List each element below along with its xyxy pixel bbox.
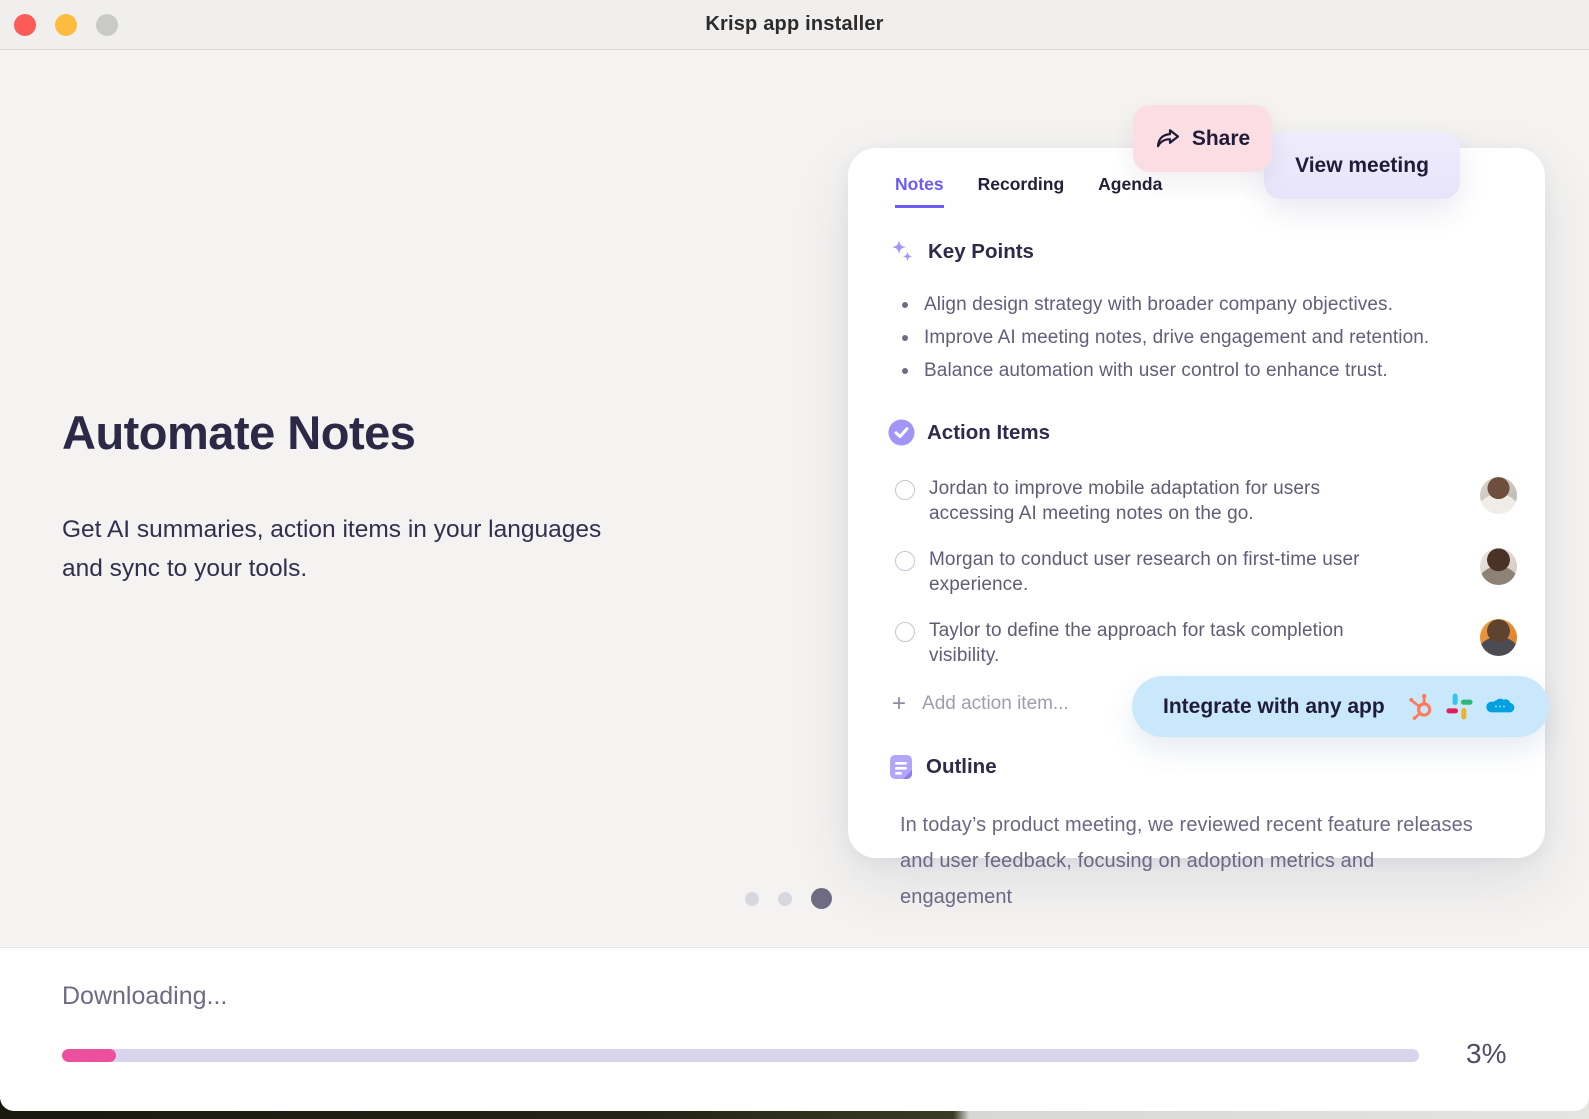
checkbox[interactable] xyxy=(895,551,915,571)
zoom-window-button xyxy=(96,14,118,36)
avatar xyxy=(1480,477,1517,514)
key-point: Improve AI meeting notes, drive engageme… xyxy=(900,321,1545,354)
action-item-row: Jordan to improve mobile adaptation for … xyxy=(848,466,1545,537)
page-subtitle: Get AI summaries, action items in your l… xyxy=(62,510,602,588)
slack-icon xyxy=(1445,692,1474,721)
progress-bar-fill xyxy=(62,1049,116,1062)
share-icon xyxy=(1155,127,1181,151)
carousel-dot-3[interactable] xyxy=(811,888,832,909)
meeting-notes-card: Notes Recording Agenda Key Points Align … xyxy=(848,148,1545,858)
action-item-text: Jordan to improve mobile adaptation for … xyxy=(929,477,1407,526)
key-points-header: Key Points xyxy=(888,238,1545,266)
key-points-list: Align design strategy with broader compa… xyxy=(900,288,1545,387)
download-status: Downloading... xyxy=(62,982,227,1011)
tab-agenda[interactable]: Agenda xyxy=(1098,174,1162,208)
sparkle-icon xyxy=(888,238,916,266)
action-items-list: Jordan to improve mobile adaptation for … xyxy=(848,466,1545,679)
avatar xyxy=(1480,548,1517,585)
titlebar: Krisp app installer xyxy=(0,0,1589,50)
progress-percent: 3% xyxy=(1466,1038,1506,1070)
checkbox[interactable] xyxy=(895,622,915,642)
integrate-label: Integrate with any app xyxy=(1163,695,1385,719)
avatar xyxy=(1480,619,1517,656)
outline-title: Outline xyxy=(926,755,997,779)
key-point: Balance automation with user control to … xyxy=(900,354,1545,387)
share-label: Share xyxy=(1192,127,1250,151)
key-point: Align design strategy with broader compa… xyxy=(900,288,1545,321)
integrate-banner[interactable]: Integrate with any app xyxy=(1132,676,1549,737)
hubspot-icon xyxy=(1407,692,1436,721)
share-button[interactable]: Share xyxy=(1133,105,1272,172)
action-item-row: Taylor to define the approach for task c… xyxy=(848,608,1545,679)
close-window-button[interactable] xyxy=(14,14,36,36)
checkbox[interactable] xyxy=(895,480,915,500)
document-icon xyxy=(888,753,914,781)
plus-icon: + xyxy=(892,694,906,714)
action-item-row: Morgan to conduct user research on first… xyxy=(848,537,1545,608)
check-circle-icon xyxy=(888,419,915,446)
action-item-text: Taylor to define the approach for task c… xyxy=(929,619,1407,668)
window-title: Krisp app installer xyxy=(705,13,883,36)
minimize-window-button[interactable] xyxy=(55,14,77,36)
progress-bar xyxy=(62,1049,1419,1062)
installer-window: Krisp app installer Automate Notes Get A… xyxy=(0,0,1589,1111)
carousel-dot-1[interactable] xyxy=(745,892,759,906)
carousel-dots xyxy=(745,888,832,909)
carousel-dot-2[interactable] xyxy=(778,892,792,906)
app-icons xyxy=(1407,692,1517,721)
tab-recording[interactable]: Recording xyxy=(978,174,1065,208)
download-panel: Downloading... 3% xyxy=(0,948,1589,1111)
add-action-item-label: Add action item... xyxy=(922,693,1069,715)
view-meeting-button[interactable]: View meeting xyxy=(1264,132,1460,199)
action-items-title: Action Items xyxy=(927,421,1050,445)
action-items-header: Action Items xyxy=(888,419,1545,446)
window-controls xyxy=(14,14,118,36)
outline-text: In today’s product meeting, we reviewed … xyxy=(900,807,1480,915)
page-title: Automate Notes xyxy=(62,405,415,460)
view-meeting-label: View meeting xyxy=(1295,154,1429,178)
key-points-title: Key Points xyxy=(928,240,1034,264)
outline-header: Outline xyxy=(888,753,1545,781)
tab-notes[interactable]: Notes xyxy=(895,174,944,208)
action-item-text: Morgan to conduct user research on first… xyxy=(929,548,1407,597)
salesforce-icon xyxy=(1483,695,1517,719)
